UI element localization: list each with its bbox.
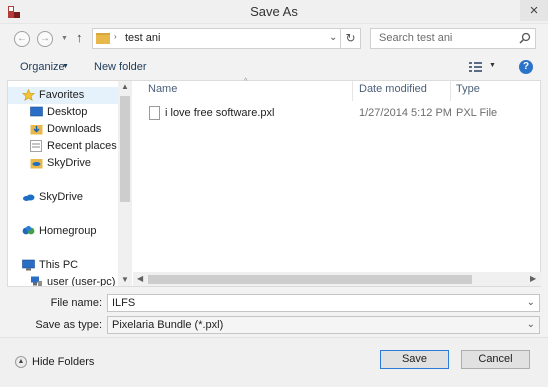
network-user-icon — [31, 276, 42, 286]
search-placeholder: Search test ani — [379, 32, 453, 44]
nav-item-homegroup[interactable]: Homegroup — [8, 223, 118, 240]
nav-item-label: Homegroup — [39, 225, 97, 237]
search-icon[interactable] — [518, 31, 532, 45]
folder-icon — [96, 33, 110, 44]
close-button[interactable]: × — [520, 0, 548, 21]
chevron-up-icon[interactable]: ▲ — [15, 356, 27, 368]
recent-locations-dropdown-icon[interactable]: ▼ — [61, 35, 68, 42]
forward-button[interactable]: → — [37, 31, 53, 47]
back-button[interactable]: ← — [14, 31, 30, 47]
column-header-type[interactable]: Type — [456, 83, 480, 95]
nav-item-skydrive[interactable]: SkyDrive — [8, 189, 118, 206]
view-dropdown-icon[interactable]: ▼ — [489, 62, 496, 69]
nav-item-label: SkyDrive — [39, 191, 84, 203]
nav-item-label: Favorites — [39, 89, 85, 101]
scroll-down-icon[interactable]: ▼ — [121, 275, 129, 284]
scroll-right-icon[interactable]: ▶ — [530, 274, 536, 283]
nav-item-label: Downloads — [47, 123, 102, 135]
file-type: PXL File — [456, 107, 498, 119]
nav-pane-scrollbar-thumb[interactable] — [120, 96, 130, 202]
cancel-button[interactable]: Cancel — [461, 350, 530, 369]
column-header-date-modified[interactable]: Date modified — [359, 83, 427, 95]
scroll-left-icon[interactable]: ◀ — [137, 274, 143, 283]
nav-item-label: This PC — [39, 259, 79, 271]
nav-item-label: Recent places — [47, 140, 117, 152]
save-as-type-dropdown-icon[interactable]: ⌄ — [527, 319, 535, 330]
nav-item-recent-places[interactable]: Recent places — [8, 138, 118, 155]
search-input[interactable]: Search test ani — [370, 28, 536, 49]
star-icon — [22, 89, 35, 101]
file-icon — [149, 106, 160, 120]
view-options-icon[interactable] — [468, 60, 484, 74]
file-date-modified: 1/27/2014 5:12 PM — [359, 107, 452, 119]
window-title: Save As — [250, 4, 298, 19]
nav-item-label: SkyDrive — [47, 157, 92, 169]
nav-item-skydrive-favorite[interactable]: SkyDrive — [8, 155, 118, 172]
desktop-icon — [30, 106, 43, 117]
column-divider[interactable] — [352, 81, 353, 101]
file-name-input[interactable]: ILFS ⌄ — [107, 294, 540, 312]
nav-item-downloads[interactable]: Downloads — [8, 121, 118, 138]
refresh-button[interactable]: ↻ — [341, 28, 361, 49]
breadcrumb-chevron-icon[interactable]: › — [114, 32, 117, 41]
downloads-icon — [30, 125, 43, 135]
organize-dropdown-icon[interactable]: ▼ — [62, 63, 69, 70]
file-name-value: ILFS — [112, 297, 136, 309]
file-name-dropdown-icon[interactable]: ⌄ — [527, 297, 535, 308]
save-button[interactable]: Save — [380, 350, 449, 369]
scroll-up-icon[interactable]: ▲ — [121, 82, 129, 91]
up-folder-button[interactable]: ↑ — [76, 30, 83, 45]
save-as-type-value: Pixelaria Bundle (*.pxl) — [112, 319, 224, 331]
file-name-label: File name: — [50, 297, 102, 309]
column-divider[interactable] — [450, 81, 451, 101]
help-icon[interactable]: ? — [519, 60, 533, 74]
sort-ascending-icon: ^ — [244, 78, 248, 85]
nav-item-label: Desktop — [47, 106, 88, 118]
nav-item-favorites[interactable]: Favorites — [8, 87, 118, 104]
homegroup-icon — [22, 225, 35, 235]
nav-item-network-user[interactable]: user (user-pc) — [8, 274, 118, 286]
organize-button[interactable]: Organize — [20, 61, 65, 73]
skydrive-folder-icon — [30, 159, 43, 169]
file-name[interactable]: i love free software.pxl — [165, 107, 274, 119]
skydrive-cloud-icon — [23, 194, 35, 201]
column-header-name[interactable]: Name — [148, 83, 177, 95]
address-dropdown-icon[interactable]: ⌄ — [329, 32, 337, 43]
nav-item-desktop[interactable]: Desktop — [8, 104, 118, 121]
address-bar[interactable]: › test ani ⌄ — [92, 28, 341, 49]
hide-folders-button[interactable]: Hide Folders — [32, 356, 94, 368]
breadcrumb-current-folder[interactable]: test ani — [125, 32, 160, 44]
recent-places-icon — [30, 140, 42, 152]
new-folder-button[interactable]: New folder — [94, 61, 147, 73]
save-as-type-label: Save as type: — [35, 319, 102, 331]
nav-item-this-pc[interactable]: This PC — [8, 257, 118, 274]
save-as-type-select[interactable]: Pixelaria Bundle (*.pxl) ⌄ — [107, 316, 540, 334]
horizontal-scrollbar-thumb[interactable] — [148, 275, 472, 284]
computer-icon — [22, 259, 35, 271]
nav-item-label: user (user-pc) — [47, 276, 116, 286]
